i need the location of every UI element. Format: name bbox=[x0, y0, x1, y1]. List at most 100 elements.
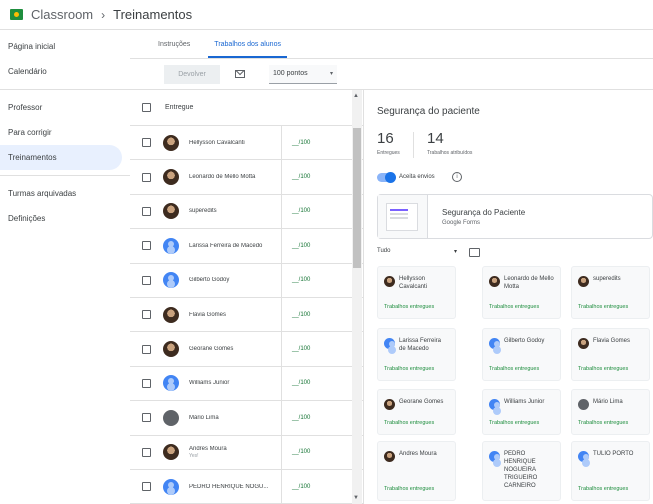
mail-icon[interactable] bbox=[235, 70, 245, 78]
grade-cell[interactable]: __/100 bbox=[281, 366, 310, 401]
grade-cell[interactable]: __/100 bbox=[281, 401, 310, 435]
table-row[interactable]: Leonardo de Mello Motta __/100 bbox=[130, 160, 363, 195]
student-name[interactable]: Flavia Gomes bbox=[189, 312, 281, 318]
classroom-logo-icon[interactable] bbox=[10, 9, 23, 20]
points-select[interactable]: 100 pontos ▾ bbox=[269, 64, 337, 84]
submission-card[interactable]: Georane Gomes Trabalhos entregues bbox=[377, 389, 456, 435]
grade-value[interactable]: __/100 bbox=[292, 243, 310, 249]
submission-card[interactable]: PEDRO HENRIQUE NOGUEIRA TRIGUEIRO CARNEI… bbox=[482, 441, 561, 501]
row-checkbox[interactable] bbox=[142, 275, 151, 285]
scroll-down-icon[interactable]: ▼ bbox=[353, 495, 359, 501]
return-button[interactable]: Devolver bbox=[164, 64, 220, 84]
sidebar-item-home[interactable]: Página inicial bbox=[0, 34, 130, 59]
top-bar: Classroom › Treinamentos bbox=[0, 0, 653, 30]
sidebar-item-treinamentos[interactable]: Treinamentos bbox=[0, 145, 122, 170]
folder-icon[interactable] bbox=[469, 248, 480, 257]
table-row[interactable]: Flavia Gomes __/100 bbox=[130, 297, 363, 333]
filter-value: Tudo bbox=[377, 248, 391, 254]
table-row[interactable]: PEDRO HENRIQUE NOGU... __/100 bbox=[130, 469, 363, 504]
submission-card[interactable]: Larissa Ferreira de Macedo Trabalhos entr… bbox=[377, 328, 456, 381]
student-name[interactable]: Leonardo de Mello Motta bbox=[189, 174, 281, 180]
scrollbar[interactable]: ▲ ▼ bbox=[352, 90, 362, 504]
submission-card[interactable]: Gilberto Godoy Trabalhos entregues bbox=[482, 328, 561, 381]
submission-card[interactable]: Leonardo de Mello Motta Trabalhos entregu… bbox=[482, 266, 561, 319]
student-name[interactable]: Georane Gomes bbox=[189, 346, 281, 352]
grade-cell[interactable]: __/100 bbox=[281, 332, 310, 366]
table-row[interactable]: Hellysson Cavalcanti __/100 bbox=[130, 126, 363, 161]
grade-value[interactable]: __/100 bbox=[292, 140, 310, 146]
sidebar-item-archived[interactable]: Turmas arquivadas bbox=[0, 181, 130, 206]
table-row[interactable]: Larissa Ferreira de Macedo __/100 bbox=[130, 229, 363, 264]
tab-instructions[interactable]: Instruções bbox=[152, 41, 196, 58]
grade-value[interactable]: __/100 bbox=[292, 312, 310, 318]
card-status: Trabalhos entregues bbox=[384, 420, 435, 426]
grade-cell[interactable]: __/100 bbox=[281, 263, 310, 297]
row-checkbox[interactable] bbox=[142, 172, 151, 182]
filter-select[interactable]: Tudo ▾ bbox=[377, 248, 457, 255]
sidebar-item-to-review[interactable]: Para corrigir bbox=[0, 120, 130, 145]
grade-cell[interactable]: __/100 bbox=[281, 435, 310, 469]
grade-value[interactable]: __/100 bbox=[292, 380, 310, 386]
student-list: Entregue Hellysson Cavalcanti __/100 Leona… bbox=[130, 90, 364, 504]
student-name[interactable]: Andres Moura bbox=[189, 446, 281, 452]
student-name[interactable]: Larissa Ferreira de Macedo bbox=[189, 243, 281, 249]
grade-value[interactable]: __/100 bbox=[292, 484, 310, 490]
row-checkbox[interactable] bbox=[142, 241, 151, 251]
student-name[interactable]: Gilberto Godoy bbox=[189, 277, 281, 283]
attachment-card[interactable]: Segurança do Paciente Google Forms bbox=[377, 194, 653, 239]
submission-card[interactable]: Flavia Gomes Trabalhos entregues bbox=[571, 328, 650, 381]
table-row[interactable]: Gilberto Godoy __/100 bbox=[130, 263, 363, 298]
grade-value[interactable]: __/100 bbox=[292, 174, 310, 180]
row-checkbox[interactable] bbox=[142, 378, 151, 388]
submission-card[interactable]: Mário Lima Trabalhos entregues bbox=[571, 389, 650, 435]
sidebar-item-calendar[interactable]: Calendário bbox=[0, 59, 130, 84]
toolbar: Devolver 100 pontos ▾ bbox=[130, 59, 653, 90]
table-row[interactable]: Mário Lima __/100 bbox=[130, 401, 363, 436]
app-title[interactable]: Classroom bbox=[31, 7, 93, 22]
accept-submissions-toggle[interactable] bbox=[377, 172, 396, 183]
table-row[interactable]: Andres Moura Yes! __/100 bbox=[130, 435, 363, 470]
grade-cell[interactable]: __/100 bbox=[281, 229, 310, 263]
grade-cell[interactable]: __/100 bbox=[281, 126, 310, 160]
row-checkbox[interactable] bbox=[142, 344, 151, 354]
row-checkbox[interactable] bbox=[142, 138, 151, 148]
grade-value[interactable]: __/100 bbox=[292, 277, 310, 283]
student-name[interactable]: superedits bbox=[189, 208, 281, 214]
submission-card[interactable]: Williams Junior Trabalhos entregues bbox=[482, 389, 561, 435]
grade-cell[interactable]: __/100 bbox=[281, 469, 310, 504]
student-name[interactable]: PEDRO HENRIQUE NOGU... bbox=[189, 484, 281, 490]
tab-student-work[interactable]: Trabalhos dos alunos bbox=[208, 41, 287, 58]
sidebar-divider bbox=[0, 89, 130, 90]
student-name[interactable]: Williams Junior bbox=[189, 380, 281, 386]
card-student-name: Flavia Gomes bbox=[593, 338, 631, 344]
row-checkbox[interactable] bbox=[142, 310, 151, 320]
student-name[interactable]: Hellysson Cavalcanti bbox=[189, 140, 281, 146]
grade-value[interactable]: __/100 bbox=[292, 415, 310, 421]
table-row[interactable]: superedits __/100 bbox=[130, 194, 363, 230]
grade-cell[interactable]: __/100 bbox=[281, 160, 310, 194]
grade-cell[interactable]: __/100 bbox=[281, 297, 310, 332]
class-name[interactable]: Treinamentos bbox=[113, 7, 192, 22]
sidebar-item-teacher[interactable]: Professor bbox=[0, 95, 130, 120]
row-checkbox[interactable] bbox=[142, 206, 151, 216]
scroll-up-icon[interactable]: ▲ bbox=[353, 93, 359, 99]
grade-value[interactable]: __/100 bbox=[292, 208, 310, 214]
grade-value[interactable]: __/100 bbox=[292, 346, 310, 352]
table-row[interactable]: Georane Gomes __/100 bbox=[130, 332, 363, 367]
select-all-checkbox[interactable] bbox=[142, 103, 151, 112]
row-checkbox[interactable] bbox=[142, 413, 151, 423]
grade-value[interactable]: __/100 bbox=[292, 449, 310, 455]
table-row[interactable]: Williams Junior __/100 bbox=[130, 366, 363, 402]
grade-cell[interactable]: __/100 bbox=[281, 194, 310, 229]
row-checkbox[interactable] bbox=[142, 482, 151, 492]
student-name[interactable]: Mário Lima bbox=[189, 415, 281, 421]
scrollbar-thumb[interactable] bbox=[353, 128, 361, 268]
submission-card[interactable]: Hellysson Cavalcanti Trabalhos entregues bbox=[377, 266, 456, 319]
card-student-name: Williams Junior bbox=[504, 399, 545, 405]
submission-card[interactable]: Andres Moura Trabalhos entregues bbox=[377, 441, 456, 501]
submission-card[interactable]: TULIO PORTO Trabalhos entregues bbox=[571, 441, 650, 501]
info-icon[interactable]: i bbox=[452, 172, 462, 182]
submission-card[interactable]: superedits Trabalhos entregues bbox=[571, 266, 650, 319]
sidebar-item-settings[interactable]: Definições bbox=[0, 206, 130, 231]
row-checkbox[interactable] bbox=[142, 447, 151, 457]
